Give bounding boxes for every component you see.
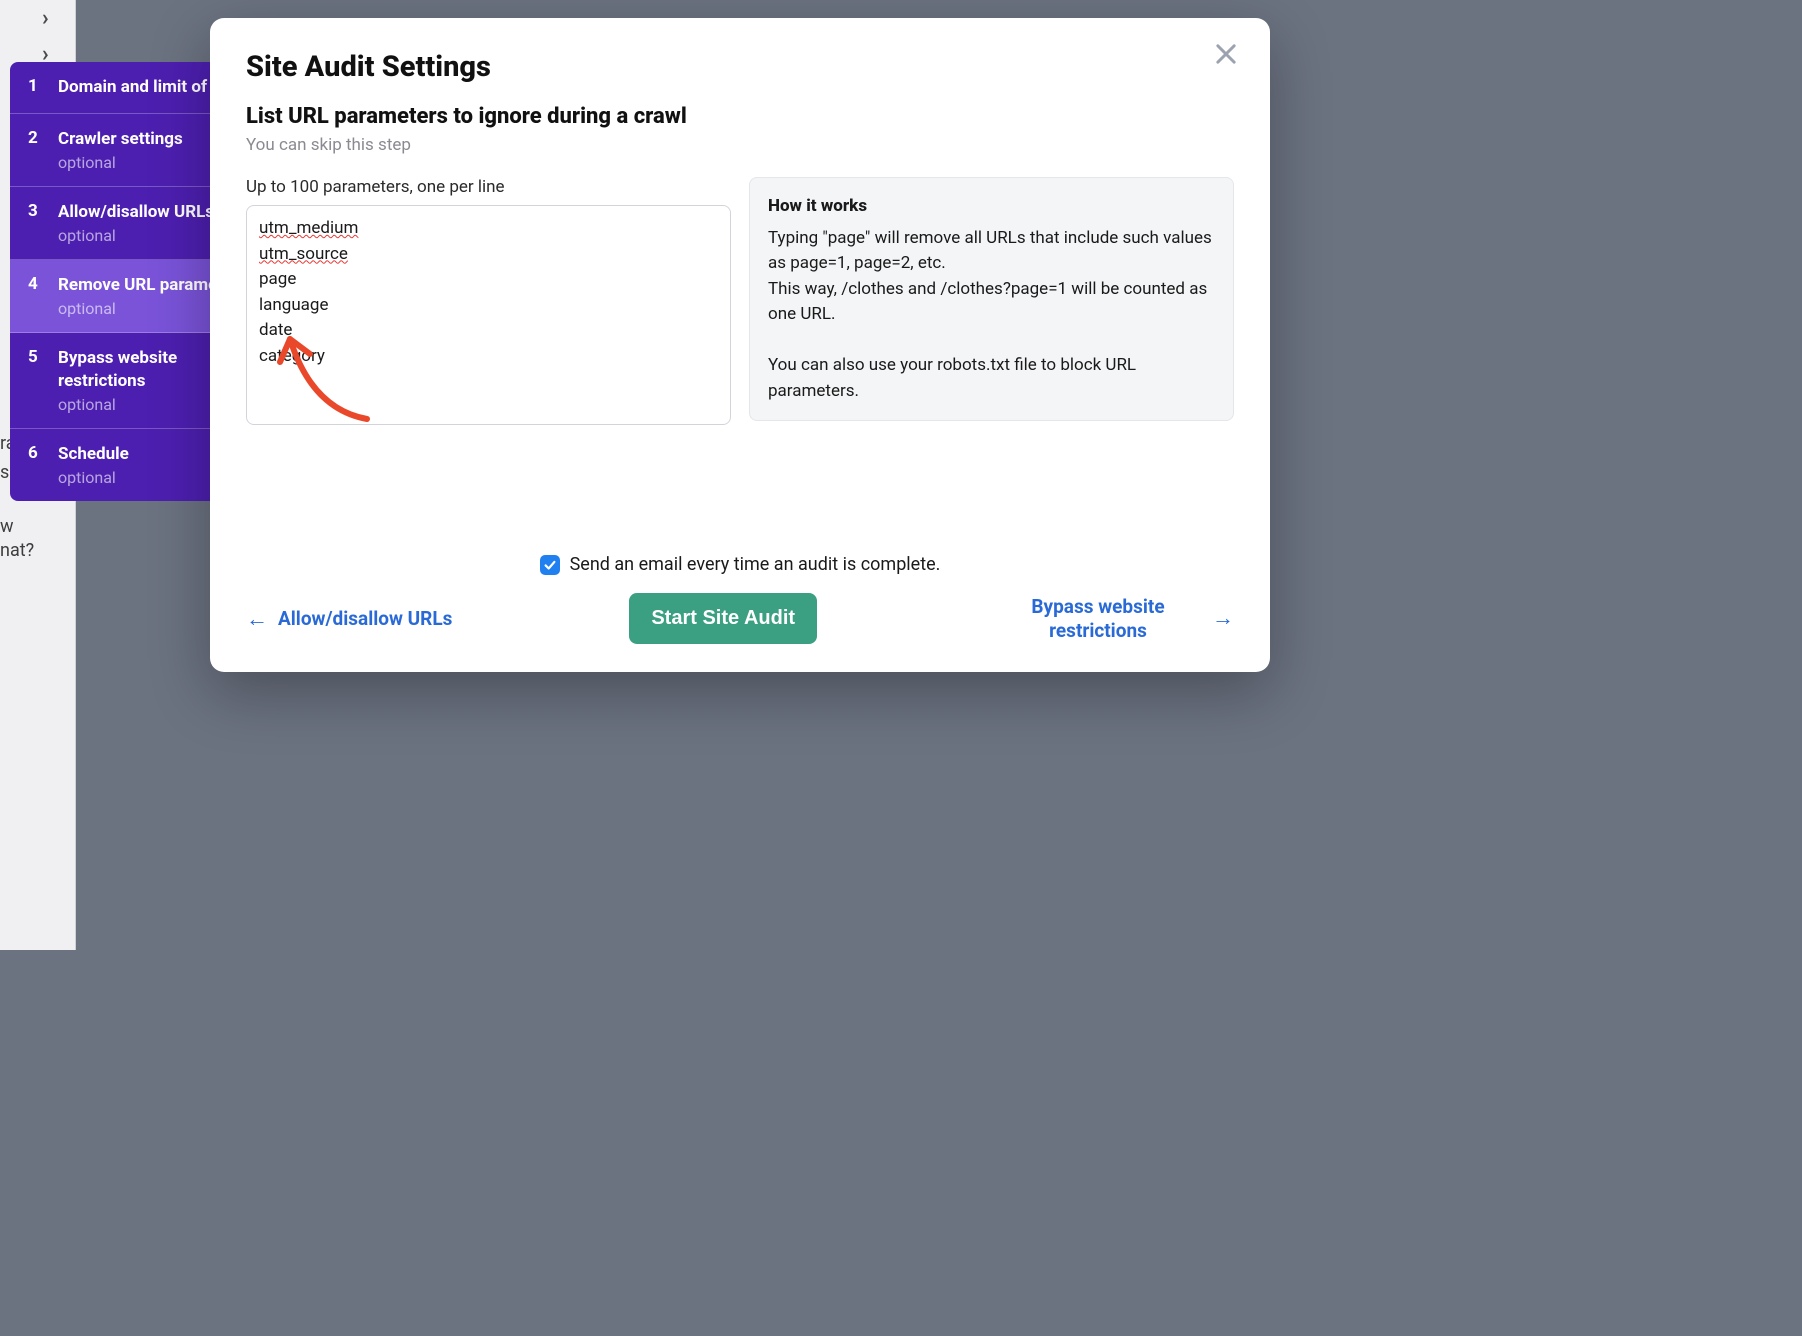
background-text: nat? [0, 540, 34, 561]
start-site-audit-button[interactable]: Start Site Audit [629, 593, 817, 644]
info-title: How it works [768, 194, 1215, 220]
step-number: 5 [28, 347, 58, 414]
chevron-right-icon[interactable]: › [42, 6, 49, 31]
step-number: 2 [28, 128, 58, 172]
email-notification-label: Send an email every time an audit is com… [570, 554, 941, 575]
check-icon [543, 558, 557, 572]
close-icon [1212, 40, 1240, 68]
next-step-label: Bypass website restrictions [994, 595, 1202, 643]
arrow-left-icon: ← [246, 606, 268, 632]
info-body-line: Typing "page" will remove all URLs that … [768, 226, 1215, 277]
email-notification-checkbox[interactable] [540, 555, 560, 575]
info-body-line: This way, /clothes and /clothes?page=1 w… [768, 277, 1215, 328]
section-heading: List URL parameters to ignore during a c… [246, 104, 1234, 129]
modal-title: Site Audit Settings [246, 50, 1234, 84]
step-number: 4 [28, 274, 58, 318]
step-number: 1 [28, 76, 58, 99]
next-step-link[interactable]: Bypass website restrictions → [994, 595, 1234, 643]
parameters-label: Up to 100 parameters, one per line [246, 177, 731, 197]
site-audit-settings-modal: Site Audit Settings List URL parameters … [210, 18, 1270, 672]
background-text: w [0, 516, 14, 537]
skip-hint: You can skip this step [246, 135, 1234, 155]
prev-step-label: Allow/disallow URLs [278, 607, 452, 630]
close-button[interactable] [1212, 40, 1244, 72]
info-body-line: You can also use your robots.txt file to… [768, 353, 1215, 404]
arrow-right-icon: → [1212, 605, 1234, 633]
step-number: 3 [28, 201, 58, 245]
url-parameters-textarea[interactable]: utm_mediumutm_sourcepagelanguagedatecate… [246, 205, 731, 425]
step-number: 6 [28, 443, 58, 487]
prev-step-link[interactable]: ← Allow/disallow URLs [246, 606, 452, 632]
how-it-works-panel: How it works Typing "page" will remove a… [749, 177, 1234, 421]
